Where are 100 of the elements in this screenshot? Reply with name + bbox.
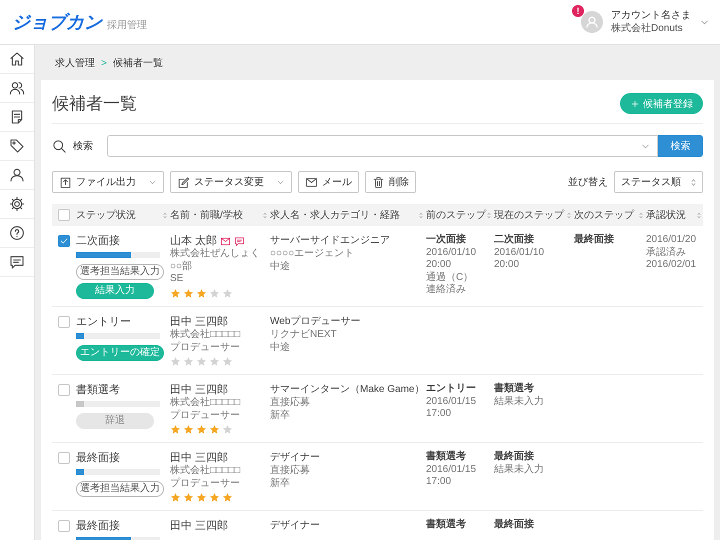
column-header[interactable]: 名前・前職/学校 [168, 208, 268, 222]
sort-select[interactable]: ステータス順 [614, 171, 703, 193]
candidate-name: 田中 三四郎 [170, 451, 228, 464]
column-header[interactable]: 現在のステップ [492, 208, 572, 222]
job-detail: 中途 [270, 260, 290, 273]
candidate-detail: プロデューサー [170, 478, 240, 490]
previous-step-title: エントリー [426, 383, 476, 396]
job-detail: ○○○○エージェント [270, 248, 354, 260]
candidate-detail: 株式会社ぜんしょく [170, 248, 260, 260]
column-header[interactable]: ステップ状況 [74, 208, 168, 222]
step-status: エントリー [76, 315, 131, 329]
sort-icon[interactable] [419, 210, 423, 220]
checkbox[interactable] [58, 520, 70, 532]
upload-icon [59, 176, 72, 188]
job-title: Webプロデューサー [270, 315, 360, 329]
help-icon[interactable] [9, 225, 25, 241]
account-name: アカウント名さま [611, 9, 691, 22]
checkbox[interactable] [58, 316, 70, 328]
star-icon [196, 492, 207, 503]
page-title: 候補者一覧 [52, 93, 137, 115]
delete-button[interactable]: 削除 [365, 171, 416, 193]
sort-icon[interactable] [487, 210, 491, 220]
mail-button[interactable]: メール [298, 171, 359, 193]
star-icon [183, 288, 194, 298]
star-icon [222, 288, 233, 298]
avatar-icon[interactable] [581, 11, 603, 33]
export-button[interactable]: ファイル出力 [52, 171, 164, 193]
job-detail: 直接応募 [270, 397, 310, 410]
sort-icon[interactable] [697, 210, 701, 220]
step-status: 書類選考 [76, 383, 120, 397]
previous-step-title: 一次面接 [426, 234, 466, 246]
search-field[interactable] [107, 135, 658, 157]
current-step-title: 書類選考 [494, 383, 534, 396]
breadcrumb-link[interactable]: 求人管理 [55, 56, 95, 70]
job-detail: 直接応募 [270, 465, 310, 478]
checkbox[interactable] [58, 235, 70, 247]
job-title: サーバーサイドエンジニア [270, 234, 390, 248]
previous-step-detail: 通過（C） [426, 272, 474, 284]
candidate-detail: 株式会社□□□□□ [170, 329, 240, 342]
search-icon [52, 138, 67, 154]
star-icon [183, 424, 194, 435]
sort-icon[interactable] [263, 210, 267, 220]
previous-step-title: 書類選考 [426, 451, 466, 464]
candidate-detail: プロデューサー [170, 410, 240, 422]
job-detail: 中途 [270, 342, 290, 354]
star-icon [196, 288, 207, 298]
star-icon [183, 492, 194, 503]
envelope-icon[interactable] [220, 236, 232, 246]
chat-icon[interactable] [9, 254, 25, 270]
candidate-name: 田中 三四郎 [170, 315, 228, 328]
column-header[interactable]: 求人名・求人カテゴリ・経路 [268, 208, 424, 222]
step-status: 二次面接 [76, 234, 120, 248]
envelope-icon [305, 176, 318, 188]
alert-badge: ! [572, 5, 584, 17]
checkbox[interactable] [58, 452, 70, 464]
checkmark-icon [59, 236, 69, 246]
job-detail: 新卒 [270, 478, 290, 490]
speech-bubble-icon[interactable] [234, 236, 246, 246]
star-icon [170, 424, 181, 435]
action-button[interactable]: 選考担当結果入力 [76, 481, 164, 497]
candidate-detail: SE [170, 273, 184, 286]
job-detail: リクナビNEXT [270, 329, 337, 342]
column-header[interactable]: 次のステップ [572, 208, 644, 222]
previous-step-title: 書類選考 [426, 519, 466, 532]
settings-icon[interactable] [9, 196, 25, 212]
tag-icon[interactable] [9, 138, 25, 154]
search-button[interactable]: 検索 [658, 135, 703, 157]
star-icon [222, 492, 233, 503]
previous-step-detail: 17:00 [426, 476, 452, 488]
column-header[interactable]: 承認状況 [644, 208, 702, 222]
trash-icon [372, 176, 385, 188]
job-title: デザイナー [270, 451, 320, 464]
step-status: 最終面接 [76, 451, 120, 465]
checkbox[interactable] [58, 209, 70, 221]
sort-icon[interactable] [567, 210, 571, 220]
sort-label: 並び替え [568, 176, 608, 189]
person-icon[interactable] [9, 167, 25, 183]
previous-step-detail: 2016/01/10 [426, 246, 476, 259]
current-step-detail: 2016/01/10 [494, 246, 544, 259]
home-icon[interactable] [9, 51, 25, 67]
next-step-title: 最終面接 [574, 234, 614, 246]
candidate-name: 田中 三四郎 [170, 519, 228, 533]
document-icon[interactable] [9, 109, 25, 125]
previous-step-detail: 2016/01/15 [426, 396, 476, 408]
sort-icon[interactable] [163, 210, 167, 220]
status-change-button[interactable]: ステータス変更 [170, 171, 292, 193]
previous-step-detail: 連絡済み [426, 284, 466, 296]
checkbox[interactable] [58, 384, 70, 396]
current-step-title: 最終面接 [494, 519, 534, 532]
current-step-detail: 20:00 [494, 259, 520, 272]
column-header[interactable]: 前のステップ [424, 208, 492, 222]
candidate-name: 田中 三四郎 [170, 383, 228, 396]
action-button[interactable]: 選考担当結果入力 [76, 264, 164, 280]
plus-icon [630, 98, 640, 108]
star-icon [222, 356, 233, 367]
edit-icon [177, 176, 190, 188]
people-icon[interactable] [9, 80, 25, 96]
approval-detail: 承認済み [646, 246, 686, 259]
sort-icon[interactable] [639, 210, 643, 220]
previous-step-detail: 2016/01/15 [426, 464, 476, 476]
